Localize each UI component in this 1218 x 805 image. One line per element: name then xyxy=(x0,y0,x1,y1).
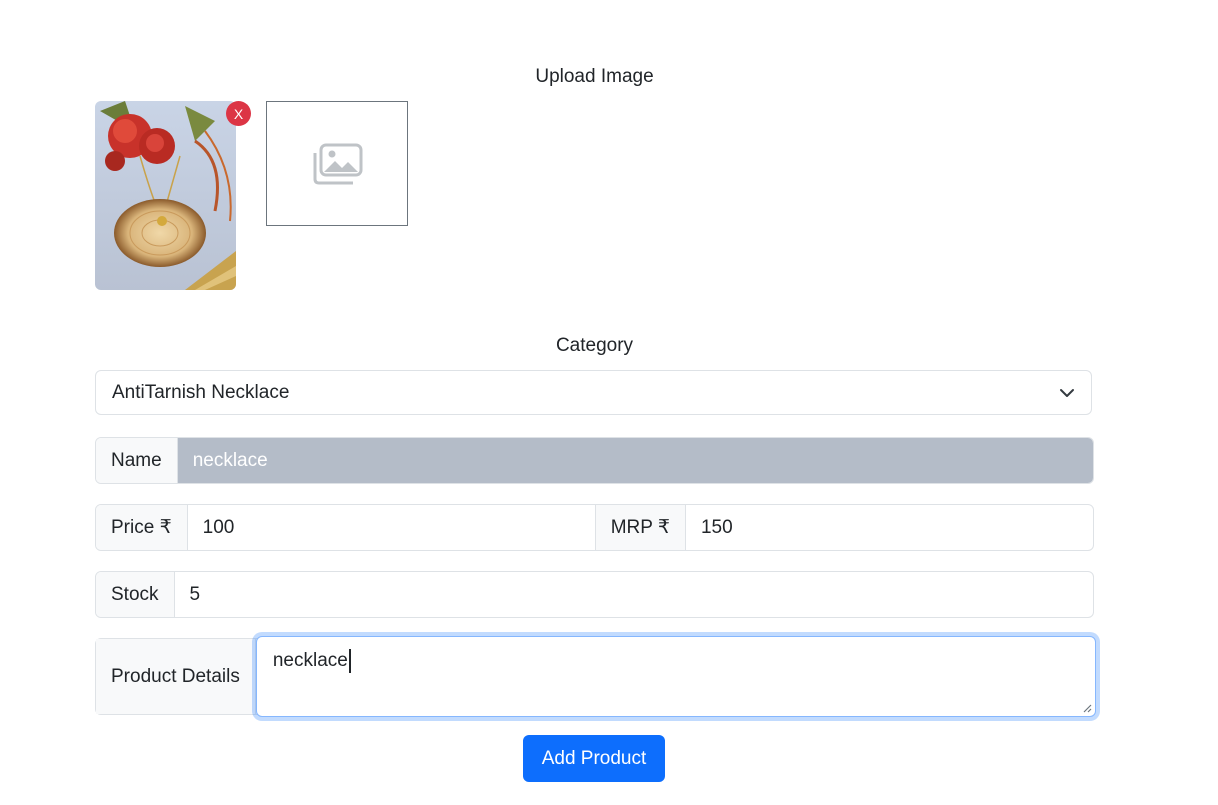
name-input-group: Name necklace xyxy=(95,437,1094,484)
category-select[interactable]: AntiTarnish Necklace xyxy=(95,370,1092,415)
product-details-textarea[interactable]: necklace xyxy=(255,636,1096,717)
product-photo xyxy=(95,101,236,290)
upload-image-slot[interactable] xyxy=(266,101,408,226)
price-input[interactable]: 100 xyxy=(188,505,595,550)
mrp-input[interactable]: 150 xyxy=(686,505,1093,550)
remove-image-button[interactable]: X xyxy=(226,101,251,126)
stock-label: Stock xyxy=(96,572,175,617)
product-details-group: Product Details necklace xyxy=(95,636,1096,717)
product-image-thumbnail xyxy=(95,101,236,290)
mrp-label: MRP ₹ xyxy=(594,505,686,550)
category-selected-value: AntiTarnish Necklace xyxy=(112,381,290,403)
product-details-label: Product Details xyxy=(96,639,256,714)
category-title: Category xyxy=(555,335,634,356)
add-product-button[interactable]: Add Product xyxy=(523,735,665,782)
name-input[interactable]: necklace xyxy=(177,438,1093,483)
text-caret xyxy=(348,649,351,673)
image-placeholder-icon xyxy=(313,143,363,184)
chevron-down-icon xyxy=(1060,388,1074,397)
product-details-text: necklace xyxy=(272,650,348,672)
stock-input[interactable]: 5 xyxy=(175,572,1093,617)
upload-image-title: Upload Image xyxy=(535,66,654,87)
price-input-group: Price ₹ 100 MRP ₹ 150 xyxy=(95,504,1094,551)
name-label: Name xyxy=(96,438,178,483)
price-label: Price ₹ xyxy=(96,505,188,550)
resize-grip-icon[interactable] xyxy=(1082,703,1092,713)
stock-input-group: Stock 5 xyxy=(95,571,1094,618)
